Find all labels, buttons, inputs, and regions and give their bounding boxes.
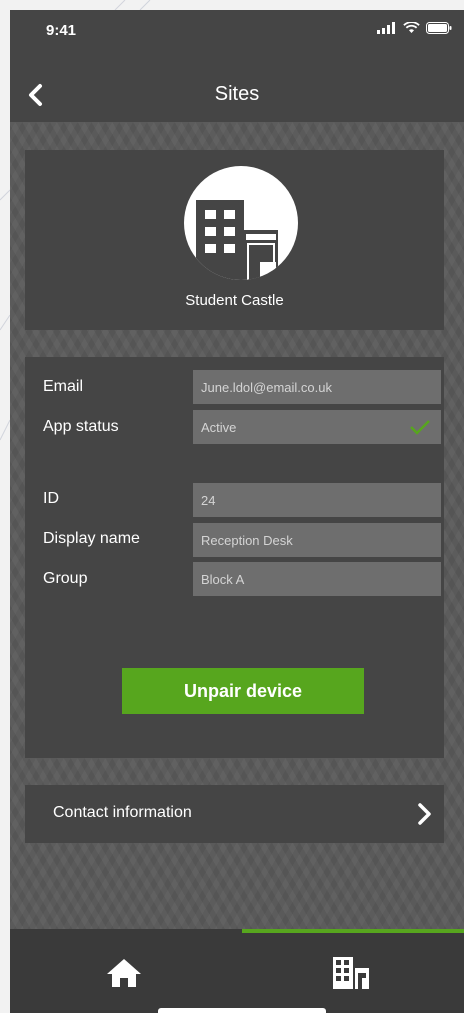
battery-icon bbox=[426, 22, 452, 34]
id-field[interactable]: 24 bbox=[193, 483, 441, 517]
device-details-card: Email June.ldol@email.co.uk App status A… bbox=[25, 357, 444, 758]
id-label: ID bbox=[43, 490, 59, 507]
display-name-field[interactable]: Reception Desk bbox=[193, 523, 441, 557]
home-icon bbox=[106, 959, 141, 987]
status-time: 9:41 bbox=[46, 22, 77, 39]
display-name-value: Reception Desk bbox=[201, 532, 293, 548]
sites-icon bbox=[332, 957, 369, 989]
contact-information-label: Contact information bbox=[53, 804, 192, 821]
app-status-label: App status bbox=[43, 418, 119, 435]
phone-screen: 9:41 Sites Student Castle Email June.ldo… bbox=[10, 10, 464, 1013]
app-status-value: Active bbox=[201, 419, 237, 435]
bottom-tab-bar bbox=[10, 929, 464, 1013]
site-card: Student Castle bbox=[25, 150, 444, 330]
email-value: June.ldol@email.co.uk bbox=[201, 379, 332, 395]
site-avatar bbox=[184, 166, 298, 280]
group-field[interactable]: Block A bbox=[193, 562, 441, 596]
email-field[interactable]: June.ldol@email.co.uk bbox=[193, 370, 441, 404]
chevron-right-icon bbox=[418, 803, 431, 825]
group-value: Block A bbox=[201, 571, 245, 587]
wifi-icon bbox=[403, 22, 420, 33]
app-status-field[interactable]: Active bbox=[193, 410, 441, 444]
contact-information-row[interactable]: Contact information bbox=[25, 785, 444, 843]
site-name: Student Castle bbox=[185, 292, 284, 309]
app-header: 9:41 Sites bbox=[10, 10, 464, 122]
display-name-label: Display name bbox=[43, 530, 140, 547]
group-label: Group bbox=[43, 570, 88, 587]
page-title: Sites bbox=[214, 83, 260, 105]
home-indicator-bar bbox=[158, 1008, 326, 1013]
unpair-device-button[interactable]: Unpair device bbox=[122, 668, 364, 714]
tab-home[interactable] bbox=[10, 933, 237, 1013]
email-label: Email bbox=[43, 378, 84, 395]
building-icon bbox=[196, 200, 278, 280]
id-value: 24 bbox=[201, 492, 216, 508]
status-icons bbox=[377, 22, 452, 34]
signal-icon bbox=[377, 22, 395, 34]
check-icon bbox=[410, 420, 430, 435]
tab-sites[interactable] bbox=[237, 933, 464, 1013]
